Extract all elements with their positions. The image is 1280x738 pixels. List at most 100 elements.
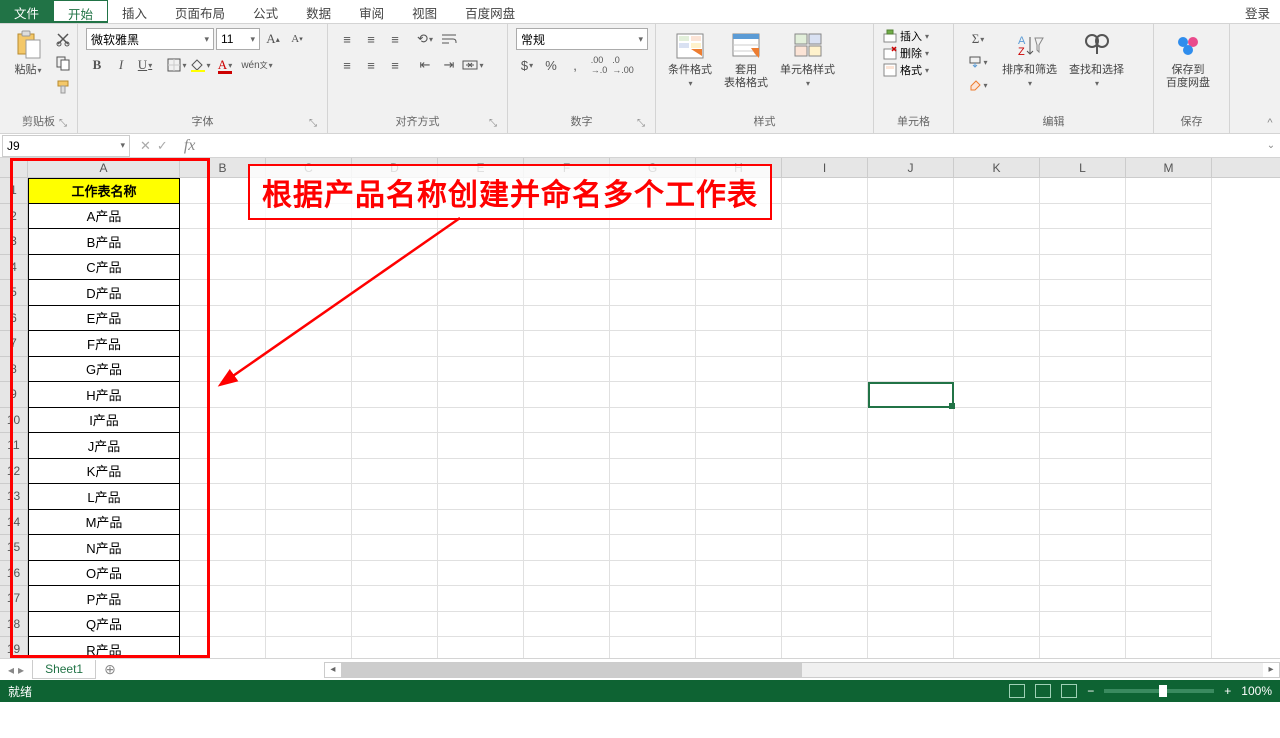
cell[interactable] xyxy=(868,306,954,332)
cell[interactable] xyxy=(1126,280,1212,306)
cell[interactable] xyxy=(782,229,868,255)
cell[interactable] xyxy=(1040,306,1126,332)
clipboard-launcher-icon[interactable]: ⤡ xyxy=(59,118,67,129)
cell[interactable] xyxy=(1126,255,1212,281)
cell[interactable] xyxy=(1040,331,1126,357)
cell[interactable] xyxy=(1040,637,1126,658)
cell[interactable] xyxy=(868,357,954,383)
cell[interactable] xyxy=(524,459,610,485)
cell[interactable] xyxy=(524,561,610,587)
cell[interactable] xyxy=(868,178,954,204)
cell[interactable] xyxy=(352,586,438,612)
cell[interactable] xyxy=(1126,204,1212,230)
cell[interactable] xyxy=(696,306,782,332)
cell[interactable] xyxy=(352,510,438,536)
cell[interactable] xyxy=(524,357,610,383)
align-center-button[interactable]: ≡ xyxy=(360,54,382,76)
delete-cells-button[interactable]: 删除 ▾ xyxy=(882,45,929,61)
cell[interactable] xyxy=(266,586,352,612)
view-pagebreak-icon[interactable] xyxy=(1061,684,1077,698)
cell[interactable] xyxy=(438,510,524,536)
cell[interactable] xyxy=(782,408,868,434)
cell[interactable] xyxy=(868,204,954,230)
cell[interactable] xyxy=(524,382,610,408)
cell[interactable] xyxy=(868,408,954,434)
cell[interactable] xyxy=(438,433,524,459)
cell[interactable] xyxy=(782,484,868,510)
cell[interactable] xyxy=(868,382,954,408)
cell[interactable] xyxy=(782,382,868,408)
cell[interactable] xyxy=(868,484,954,510)
horizontal-scrollbar[interactable]: ◂▸ xyxy=(324,662,1280,678)
cell[interactable] xyxy=(610,586,696,612)
zoom-level[interactable]: 100% xyxy=(1241,684,1272,698)
cell[interactable] xyxy=(782,510,868,536)
column-header[interactable]: K xyxy=(954,158,1040,177)
tab-baidu[interactable]: 百度网盘 xyxy=(451,0,529,23)
cell[interactable] xyxy=(868,280,954,306)
font-name-combo[interactable]: 微软雅黑▾ xyxy=(86,28,214,50)
cell[interactable] xyxy=(1040,510,1126,536)
cell[interactable] xyxy=(1126,357,1212,383)
cell[interactable] xyxy=(1040,255,1126,281)
cell[interactable] xyxy=(1040,484,1126,510)
wrap-text-button[interactable] xyxy=(438,28,460,50)
cell[interactable] xyxy=(1126,586,1212,612)
cell[interactable] xyxy=(782,178,868,204)
cell[interactable] xyxy=(696,255,782,281)
cell[interactable] xyxy=(696,357,782,383)
cell[interactable] xyxy=(1126,306,1212,332)
cell[interactable] xyxy=(954,178,1040,204)
cell[interactable] xyxy=(954,637,1040,658)
cell[interactable] xyxy=(610,408,696,434)
decrease-indent-button[interactable]: ⇤ xyxy=(414,54,436,76)
cell[interactable] xyxy=(954,280,1040,306)
enter-formula-icon[interactable]: ✓ xyxy=(157,138,168,154)
column-header[interactable]: M xyxy=(1126,158,1212,177)
cell[interactable] xyxy=(610,637,696,658)
cell[interactable] xyxy=(524,255,610,281)
fx-icon[interactable]: fx xyxy=(178,137,202,155)
cell[interactable] xyxy=(954,612,1040,638)
cell[interactable] xyxy=(696,535,782,561)
cell[interactable] xyxy=(438,484,524,510)
cell[interactable] xyxy=(610,331,696,357)
cell[interactable] xyxy=(782,255,868,281)
font-color-button[interactable]: A▾ xyxy=(214,54,236,76)
cell[interactable] xyxy=(782,331,868,357)
copy-button[interactable] xyxy=(52,52,74,74)
cell[interactable] xyxy=(524,535,610,561)
clear-button[interactable]: ▾ xyxy=(962,74,994,96)
autosum-button[interactable]: Σ▾ xyxy=(962,28,994,50)
cell[interactable] xyxy=(696,433,782,459)
cell[interactable] xyxy=(1040,204,1126,230)
cell[interactable] xyxy=(954,586,1040,612)
cell[interactable] xyxy=(696,586,782,612)
cell[interactable] xyxy=(868,331,954,357)
cell[interactable] xyxy=(696,637,782,658)
cell[interactable] xyxy=(438,535,524,561)
cell[interactable] xyxy=(352,561,438,587)
cell[interactable] xyxy=(524,612,610,638)
cell[interactable] xyxy=(610,229,696,255)
name-box[interactable]: J9▾ xyxy=(2,135,130,157)
formula-input[interactable] xyxy=(201,135,1262,157)
cell[interactable] xyxy=(1126,484,1212,510)
cell[interactable] xyxy=(782,357,868,383)
cell[interactable] xyxy=(1126,561,1212,587)
cell[interactable] xyxy=(524,229,610,255)
cell[interactable] xyxy=(352,612,438,638)
cell-styles-button[interactable]: 单元格样式▾ xyxy=(776,28,839,92)
cell[interactable] xyxy=(1040,280,1126,306)
cell[interactable] xyxy=(524,484,610,510)
table-format-button[interactable]: 套用 表格格式 xyxy=(720,28,772,92)
cell[interactable] xyxy=(352,459,438,485)
cell[interactable] xyxy=(782,433,868,459)
underline-button[interactable]: U▾ xyxy=(134,54,156,76)
tab-formula[interactable]: 公式 xyxy=(239,0,292,23)
cell[interactable] xyxy=(1126,382,1212,408)
insert-cells-button[interactable]: 插入 ▾ xyxy=(882,28,929,44)
cell[interactable] xyxy=(266,561,352,587)
cell[interactable] xyxy=(524,306,610,332)
tab-review[interactable]: 审阅 xyxy=(345,0,398,23)
